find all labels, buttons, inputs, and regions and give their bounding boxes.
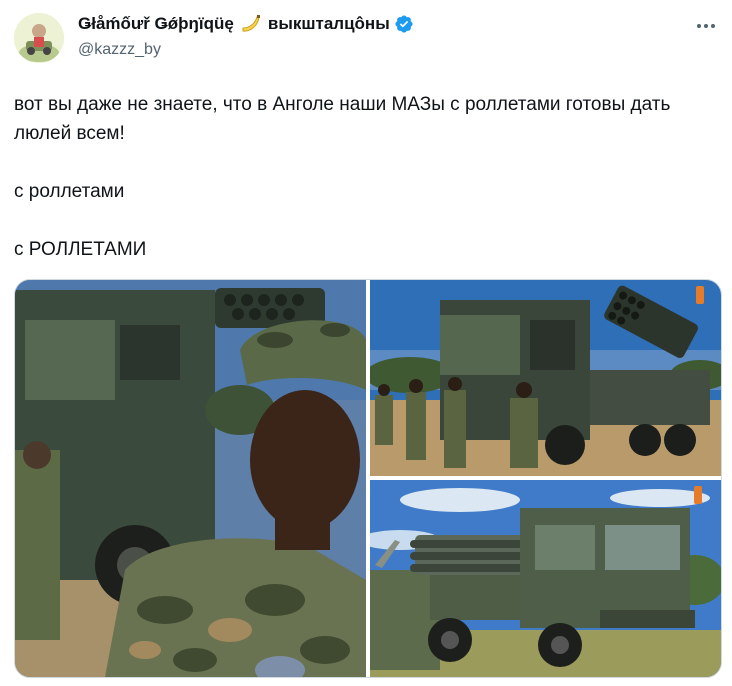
media-grid[interactable] (14, 279, 722, 678)
author-handle[interactable]: @kazzz_by (78, 41, 161, 59)
banana-icon (240, 14, 262, 34)
tweet-line: вот вы даже не знаете, что в Анголе наши… (14, 94, 671, 144)
tweet-text: вот вы даже не знаете, что в Анголе наши… (14, 90, 718, 264)
display-name[interactable]: Ǥłåḿốưř Ǥǿþŋïqüę (78, 14, 234, 34)
rocket-launcher-field-photo[interactable] (370, 480, 721, 677)
author-name-row[interactable]: Ǥłåḿốưř Ǥǿþŋïqüę выкшталцôны (78, 14, 414, 34)
tweet: Ǥłåḿốưř Ǥǿþŋïqüę выкшталцôны @kazzz_by в… (0, 0, 732, 686)
display-name-suffix: выкшталцôны (267, 14, 390, 33)
rocket-launcher-with-soldiers-photo[interactable] (370, 280, 721, 476)
tweet-line-spacer (14, 148, 718, 177)
soldier-interview-photo[interactable] (15, 280, 366, 677)
more-dots-icon[interactable] (694, 14, 718, 38)
avatar[interactable] (14, 13, 64, 63)
verified-badge-icon (394, 14, 414, 34)
tweet-line-spacer (14, 206, 718, 235)
tweet-line: с роллетами (14, 181, 125, 202)
tweet-line: с РОЛЛЕТАМИ (14, 239, 147, 260)
